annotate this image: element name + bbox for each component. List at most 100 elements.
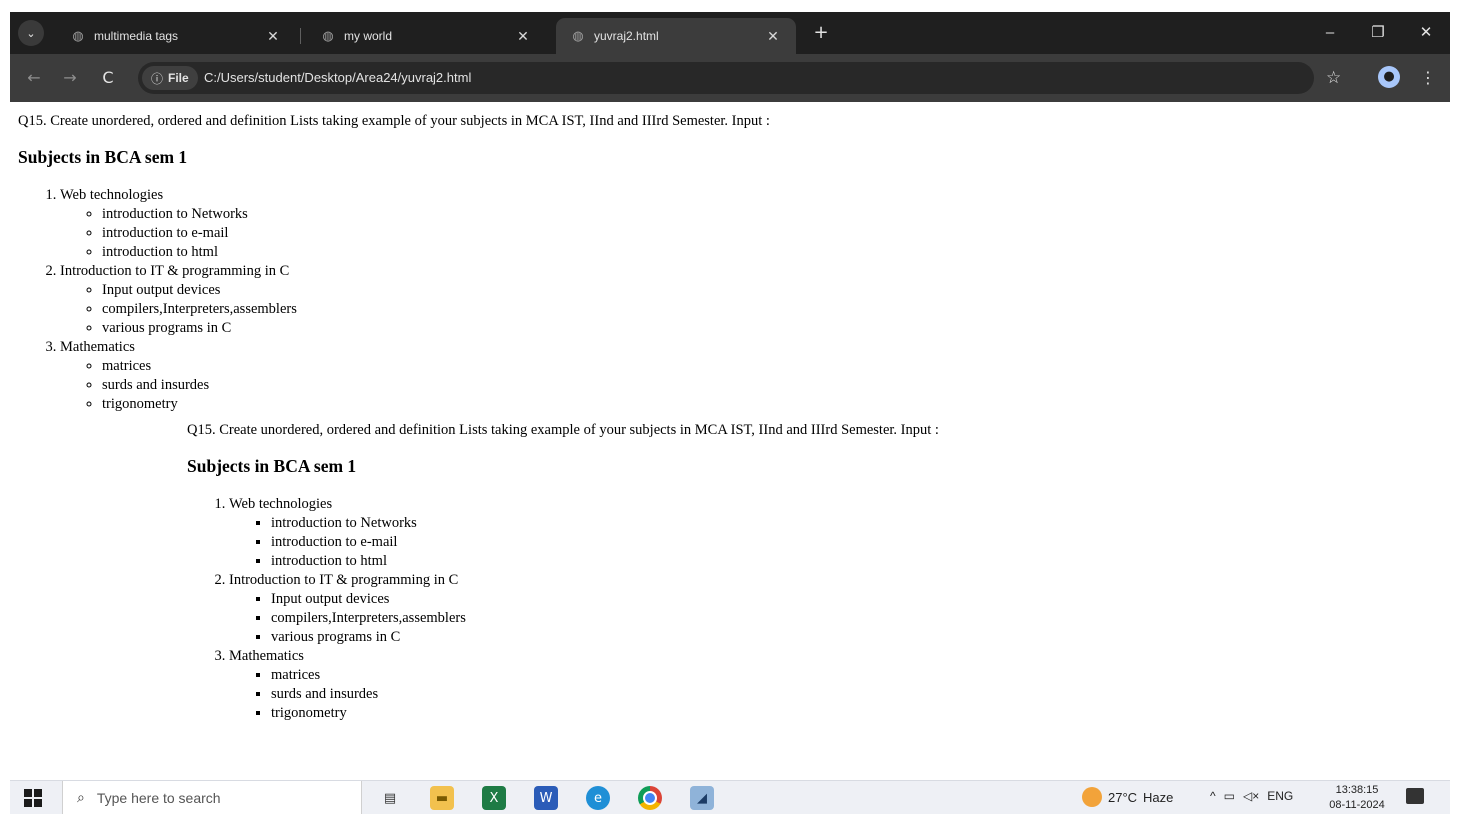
profile-avatar[interactable]: ● (1378, 66, 1400, 88)
back-button[interactable]: ← (22, 66, 46, 90)
task-view-icon[interactable]: ▤ (378, 786, 402, 810)
tab-multimedia-tags[interactable]: ◍ multimedia tags ✕ (56, 18, 296, 54)
topics-unordered-list: introduction to Networksintroduction to … (229, 514, 939, 571)
topic-item: matrices (271, 666, 939, 685)
subject-name: Web technologies (229, 496, 333, 512)
url-text[interactable]: C:/Users/student/Desktop/Area24/yuvraj2.… (204, 70, 471, 85)
windows-taskbar: ⌕ ▤ ▬ X W e ◢ 27°C Haze ^ ▭ ◁× ENG 13:38… (10, 780, 1450, 814)
content-block: Q15. Create unordered, ordered and defin… (18, 112, 770, 414)
subject-item: Web technologies introduction to Networks… (229, 495, 939, 571)
tab-yuvraj2-html[interactable]: ◍ yuvraj2.html ✕ (556, 18, 796, 54)
chevron-down-icon: ⌄ (26, 26, 36, 40)
globe-icon: ◍ (72, 28, 84, 43)
reload-icon: C (102, 68, 114, 87)
weather-sun-icon (1082, 787, 1102, 807)
globe-icon: ◍ (322, 28, 334, 43)
subjects-heading: Subjects in BCA sem 1 (187, 456, 357, 476)
topic-item: Input output devices (271, 590, 939, 609)
weather-widget[interactable]: 27°C Haze (1082, 787, 1173, 807)
topic-item: Input output devices (102, 281, 770, 300)
close-tab-icon[interactable]: ✕ (762, 28, 784, 45)
new-tab-button[interactable]: + (810, 22, 832, 44)
menu-kebab-icon[interactable]: ⋮ (1420, 66, 1436, 90)
subject-name: Mathematics (60, 339, 135, 355)
topics-unordered-list: Input output devicescompilers,Interprete… (229, 590, 939, 647)
site-chip-label: File (168, 71, 189, 85)
topic-item: compilers,Interpreters,assemblers (102, 300, 770, 319)
topic-item: matrices (102, 357, 770, 376)
subjects-ordered-list: Web technologies introduction to Networks… (18, 186, 770, 414)
tab-title: yuvraj2.html (594, 29, 659, 43)
browser-window: ⌄ ◍ multimedia tags ✕ ◍ my world ✕ ◍ yuv… (10, 12, 1450, 780)
subject-item: Mathematics matricessurds and insurdestri… (229, 647, 939, 723)
clock-date: 08-11-2024 (1329, 799, 1385, 811)
edge-icon[interactable]: e (586, 786, 610, 810)
close-window-button[interactable]: ✕ (1406, 20, 1446, 46)
topic-item: introduction to Networks (271, 514, 939, 533)
person-icon: ● (1383, 69, 1395, 84)
close-tab-icon[interactable]: ✕ (262, 28, 284, 45)
word-icon[interactable]: W (534, 786, 558, 810)
globe-icon: ◍ (572, 28, 584, 43)
subject-name: Introduction to IT & programming in C (229, 572, 459, 588)
address-bar[interactable]: ⓘ File C:/Users/student/Desktop/Area24/y… (138, 62, 1314, 94)
search-icon: ⌕ (77, 789, 85, 806)
question-text: Q15. Create unordered, ordered and defin… (187, 422, 939, 438)
topic-item: various programs in C (271, 628, 939, 647)
arrow-right-icon: → (63, 68, 77, 87)
bookmark-star-icon[interactable]: ☆ (1326, 66, 1341, 90)
topic-item: introduction to e-mail (271, 533, 939, 552)
tab-divider (300, 28, 301, 44)
plus-icon: + (813, 22, 829, 43)
chrome-icon[interactable] (638, 786, 662, 810)
taskbar-search-input[interactable] (94, 788, 329, 807)
notification-center-icon[interactable] (1406, 788, 1424, 804)
language-indicator[interactable]: ENG (1267, 789, 1293, 803)
subject-item: Mathematics matricessurds and insurdestri… (60, 338, 770, 414)
subject-name: Introduction to IT & programming in C (60, 263, 290, 279)
topic-item: introduction to html (271, 552, 939, 571)
content-block: Q15. Create unordered, ordered and defin… (187, 421, 939, 723)
page-content: Q15. Create unordered, ordered and defin… (10, 102, 1450, 780)
taskbar-search-box[interactable]: ⌕ (62, 781, 362, 814)
topic-item: surds and insurdes (102, 376, 770, 395)
topic-item: trigonometry (102, 395, 770, 414)
subject-item: Introduction to IT & programming in C Inp… (229, 571, 939, 647)
topic-item: various programs in C (102, 319, 770, 338)
taskbar-clock[interactable]: 13:38:15 08-11-2024 (1322, 783, 1392, 813)
volume-muted-icon[interactable]: ◁× (1243, 789, 1259, 803)
subject-item: Web technologies introduction to Networks… (60, 186, 770, 262)
tab-title: multimedia tags (94, 29, 179, 43)
show-hidden-icons-chevron-icon[interactable]: ^ (1210, 789, 1216, 803)
topic-item: introduction to html (102, 243, 770, 262)
subject-item: Introduction to IT & programming in C Inp… (60, 262, 770, 338)
minimize-button[interactable]: – (1310, 20, 1350, 46)
subject-name: Web technologies (60, 187, 164, 203)
close-tab-icon[interactable]: ✕ (512, 28, 534, 45)
topic-item: introduction to e-mail (102, 224, 770, 243)
arrow-left-icon: ← (27, 68, 41, 87)
paint-icon[interactable]: ◢ (690, 786, 714, 810)
topics-unordered-list: introduction to Networksintroduction to … (60, 205, 770, 262)
subjects-heading: Subjects in BCA sem 1 (18, 147, 188, 167)
network-icon[interactable]: ▭ (1224, 789, 1235, 803)
windows-start-icon[interactable] (24, 789, 42, 807)
file-explorer-icon[interactable]: ▬ (430, 786, 454, 810)
question-text: Q15. Create unordered, ordered and defin… (18, 113, 770, 129)
restore-button[interactable]: ❐ (1358, 20, 1398, 46)
topics-unordered-list: Input output devicescompilers,Interprete… (60, 281, 770, 338)
reload-button[interactable]: C (96, 66, 120, 90)
tab-strip: ⌄ ◍ multimedia tags ✕ ◍ my world ✕ ◍ yuv… (10, 12, 1450, 54)
subject-name: Mathematics (229, 648, 304, 664)
excel-icon[interactable]: X (482, 786, 506, 810)
browser-toolbar: ← → C ⓘ File C:/Users/student/Desktop/Ar… (10, 54, 1450, 102)
topics-unordered-list: matricessurds and insurdestrigonometry (229, 666, 939, 723)
topic-item: trigonometry (271, 704, 939, 723)
forward-button[interactable]: → (58, 66, 82, 90)
weather-condition: Haze (1143, 789, 1174, 805)
tab-search-menu-button[interactable]: ⌄ (18, 20, 44, 46)
tab-my-world[interactable]: ◍ my world ✕ (306, 18, 546, 54)
topic-item: compilers,Interpreters,assemblers (271, 609, 939, 628)
site-info-chip[interactable]: ⓘ File (142, 66, 198, 90)
topic-item: surds and insurdes (271, 685, 939, 704)
